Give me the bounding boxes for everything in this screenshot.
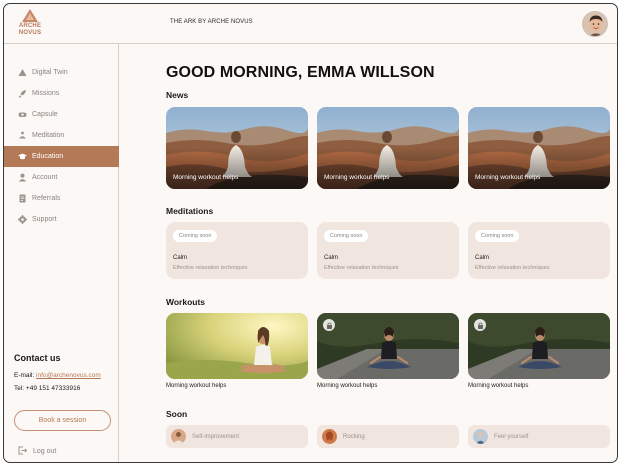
avatar-portrait-icon [583, 12, 607, 36]
workout-caption: Morning workout helps [166, 383, 227, 389]
sidebar-item-label: Education [32, 153, 64, 160]
sidebar-item-label: Account [32, 174, 58, 181]
contact-phone: Tel: +49 151 47333916 [14, 385, 81, 392]
meditation-title: Calm [324, 255, 339, 261]
avatar[interactable] [582, 11, 608, 37]
gear-icon [18, 215, 27, 224]
contact-email-label: E-mail: [14, 372, 35, 379]
contact-title: Contact us [14, 353, 61, 363]
triangle-icon [18, 68, 27, 77]
workout-card[interactable] [166, 313, 308, 379]
news-card[interactable]: Morning workout helps [317, 107, 459, 189]
sidebar: Digital Twin Missions Capsule Meditation [4, 44, 119, 462]
sidebar-item-digital-twin[interactable]: Digital Twin [4, 62, 119, 83]
meditation-description: Effective relaxation techniques [475, 265, 550, 271]
meditation-card[interactable]: Coming soon Calm Effective relaxation te… [166, 222, 308, 279]
workout-item[interactable]: Morning workout helps [166, 313, 308, 389]
soon-section-title: Soon [166, 409, 188, 419]
person-thumbnail-icon [171, 429, 186, 444]
person-thumbnail-icon [322, 429, 337, 444]
sidebar-item-label: Referrals [32, 195, 61, 202]
soon-label: Feel yourself [494, 433, 529, 440]
workout-caption: Morning workout helps [468, 383, 529, 389]
user-icon [18, 173, 27, 182]
workout-caption: Morning workout helps [317, 383, 378, 389]
top-bar: ARCHE NOVUS THE ARK BY ARCHE NOVUS [4, 4, 617, 44]
meditation-icon [18, 131, 27, 140]
logo[interactable]: ARCHE NOVUS [14, 9, 46, 41]
capsule-icon [18, 110, 27, 119]
news-card[interactable]: Morning workout helps [468, 107, 610, 189]
sidebar-item-referrals[interactable]: Referrals [4, 188, 119, 209]
logout-button[interactable]: Log out [18, 446, 56, 457]
news-caption: Morning workout helps [324, 174, 390, 181]
soon-item[interactable]: Feel yourself [468, 425, 610, 448]
sidebar-nav: Digital Twin Missions Capsule Meditation [4, 62, 119, 230]
main-content: GOOD MORNING, EMMA WILLSON News Morning … [120, 44, 617, 462]
news-caption: Morning workout helps [475, 174, 541, 181]
meditations-section-title: Meditations [166, 206, 214, 216]
yoga-photo-icon [166, 313, 308, 379]
meditation-card[interactable]: Coming soon Calm Effective relaxation te… [317, 222, 459, 279]
person-thumbnail-icon [473, 429, 488, 444]
workout-item[interactable]: Morning workout helps [468, 313, 610, 389]
yoga-photo-icon [468, 313, 610, 379]
document-icon [18, 194, 27, 203]
meditation-title: Calm [475, 255, 490, 261]
news-row: Morning workout helps Morning workout he… [166, 107, 610, 189]
sidebar-item-education[interactable]: Education [4, 146, 119, 167]
sidebar-item-missions[interactable]: Missions [4, 83, 119, 104]
soon-item[interactable]: Rocking [317, 425, 459, 448]
self-improvement-thumb [171, 429, 186, 444]
contact-email: E-mail: info@archenovus.com [14, 372, 101, 379]
soon-label: Self-improvement [192, 433, 240, 440]
sidebar-item-label: Digital Twin [32, 69, 68, 76]
feel-yourself-thumb [473, 429, 488, 444]
meditation-card[interactable]: Coming soon Calm Effective relaxation te… [468, 222, 610, 279]
logo-mountain-icon [22, 9, 38, 22]
soon-row: Self-improvement Rocking Feel yourself [166, 425, 610, 448]
sidebar-item-label: Support [32, 216, 57, 223]
sidebar-item-support[interactable]: Support [4, 209, 119, 230]
sidebar-item-account[interactable]: Account [4, 167, 119, 188]
meditations-row: Coming soon Calm Effective relaxation te… [166, 222, 610, 279]
graduation-cap-icon [18, 152, 27, 161]
meditation-description: Effective relaxation techniques [173, 265, 248, 271]
app-title: THE ARK BY ARCHE NOVUS [170, 19, 253, 25]
meditation-title: Calm [173, 255, 188, 261]
rocket-icon [18, 89, 27, 98]
soon-label: Rocking [343, 433, 365, 440]
meditation-description: Effective relaxation techniques [324, 265, 399, 271]
workout-card[interactable] [317, 313, 459, 379]
lock-icon [323, 319, 335, 331]
sidebar-item-capsule[interactable]: Capsule [4, 104, 119, 125]
sidebar-item-meditation[interactable]: Meditation [4, 125, 119, 146]
contact-email-link[interactable]: info@archenovus.com [36, 372, 101, 379]
workouts-row: Morning workout helps Morning workout he… [166, 313, 610, 389]
logout-label: Log out [33, 448, 57, 455]
sidebar-item-label: Missions [32, 90, 60, 97]
yoga-photo-icon [317, 313, 459, 379]
news-card[interactable]: Morning workout helps [166, 107, 308, 189]
page-title: GOOD MORNING, EMMA WILLSON [166, 64, 435, 81]
logo-line-2: NOVUS [18, 30, 42, 36]
app-window: ARCHE NOVUS THE ARK BY ARCHE NOVUS Digit… [3, 3, 618, 463]
soon-item[interactable]: Self-improvement [166, 425, 308, 448]
workout-item[interactable]: Morning workout helps [317, 313, 459, 389]
logout-icon [18, 446, 28, 457]
news-section-title: News [166, 90, 189, 100]
sidebar-item-label: Capsule [32, 111, 58, 118]
coming-soon-badge: Coming soon [173, 230, 218, 242]
coming-soon-badge: Coming soon [324, 230, 369, 242]
news-caption: Morning workout helps [173, 174, 239, 181]
logo-line-1: ARCHE [18, 23, 42, 29]
coming-soon-badge: Coming soon [475, 230, 520, 242]
workouts-section-title: Workouts [166, 297, 206, 307]
lock-icon [474, 319, 486, 331]
rocking-thumb [322, 429, 337, 444]
workout-card[interactable] [468, 313, 610, 379]
book-session-button[interactable]: Book a session [14, 410, 111, 431]
sidebar-item-label: Meditation [32, 132, 65, 139]
